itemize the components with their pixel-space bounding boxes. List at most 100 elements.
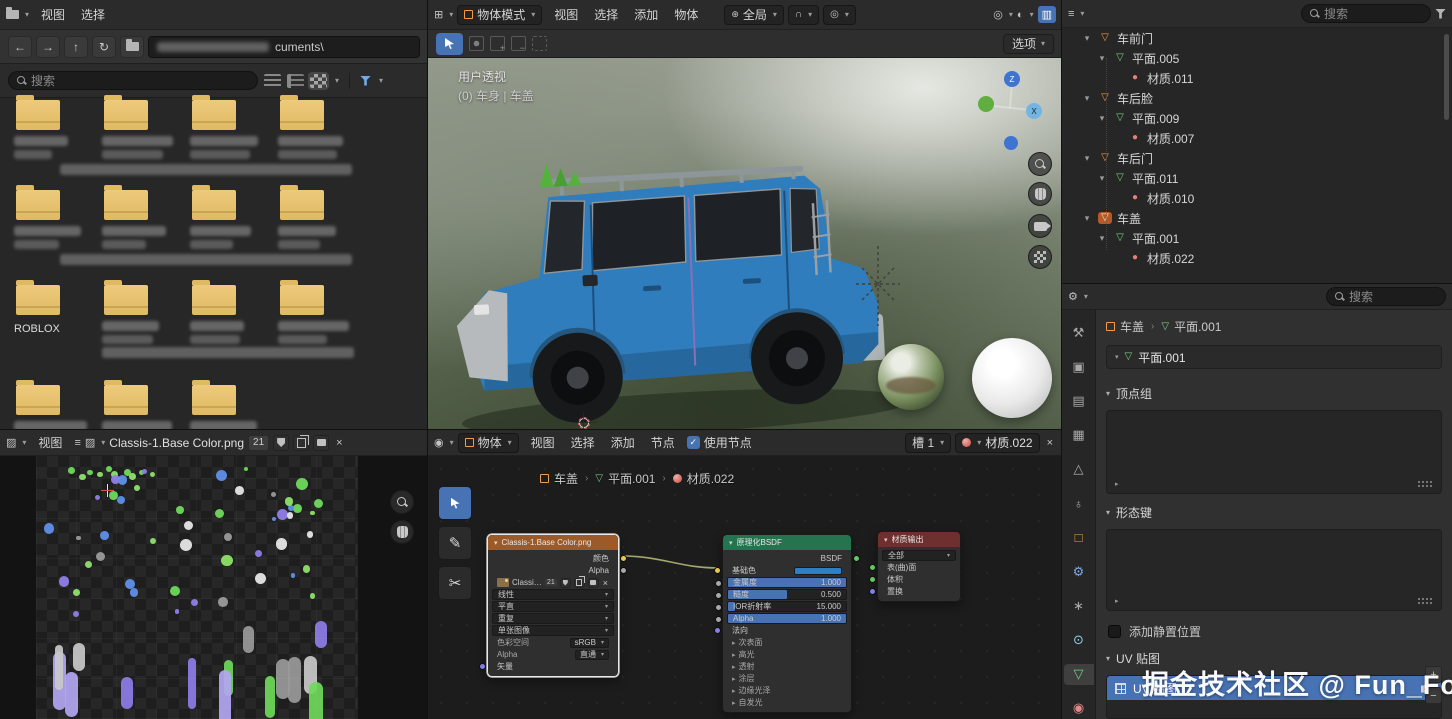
outliner-row[interactable]: ▾▽车后门 [1062,148,1452,168]
select-box-tool-button[interactable] [436,33,463,55]
menu-item[interactable]: 物体 [666,8,706,22]
transform-orientation-dropdown[interactable]: ⊕ 全局 ▾ [724,5,784,25]
node-row-Alpha[interactable]: Alpha直通▾ [492,649,614,660]
expand-chevron-icon[interactable]: ▾ [1081,93,1093,104]
use-nodes-checkbox[interactable]: ✓ [687,436,700,449]
hamburger-icon[interactable]: ≡ [74,437,80,449]
chevron-down-icon[interactable]: ▾ [101,438,105,447]
properties-search-input[interactable]: 搜索 [1326,287,1446,306]
outliner-row[interactable]: ●材质.010 [1062,188,1452,208]
node-row-置换[interactable]: 置换 [882,586,956,597]
display-detail-icon[interactable] [287,74,304,88]
select-mode-extend-icon[interactable] [490,36,505,51]
folder-icon[interactable] [192,190,236,220]
file-item[interactable] [102,100,186,159]
vertex-groups-panel-header[interactable]: ▾ 顶点组 [1096,375,1452,406]
properties-tab-physics[interactable]: ⊙ [1064,630,1094,651]
vertex-groups-list[interactable]: ▸ [1106,410,1442,494]
outliner-row[interactable]: ▾▽平面.011 [1062,168,1452,188]
breadcrumb-item[interactable]: ▽平面.001 [1161,318,1221,335]
node-row-重复[interactable]: 重复▾ [492,613,614,624]
node-header[interactable]: ▾ 原理化BSDF [723,535,851,550]
create-folder-button[interactable] [120,36,144,58]
outliner-row[interactable]: ▾▽车后脸 [1062,88,1452,108]
node-output-bsdf[interactable]: BSDF [727,553,847,564]
file-item[interactable] [102,190,186,249]
folder-icon[interactable] [16,190,60,220]
folder-icon[interactable] [280,190,324,220]
node-output-颜色[interactable]: 颜色 [492,553,614,564]
outliner-item-label[interactable]: 车后门 [1117,150,1153,167]
file-search-input[interactable]: 搜索 [8,71,258,90]
node-row-透射[interactable]: ▸透射 [727,661,847,672]
node-row-矢量[interactable]: 矢量 [492,661,614,672]
viewport-canvas[interactable]: 用户透视 (0) 车身 | 车盖 [428,58,1062,430]
node-row-全部[interactable]: 全部▾ [882,550,956,561]
forward-button[interactable]: → [36,36,60,58]
outliner-item-label[interactable]: 车后脸 [1117,90,1153,107]
file-item[interactable] [278,100,362,159]
file-item[interactable] [14,385,98,430]
node-socket[interactable] [479,663,486,670]
folder-icon[interactable] [192,285,236,315]
outliner-row[interactable]: ●材质.007 [1062,128,1452,148]
image-icon[interactable] [497,578,509,587]
back-button[interactable]: ← [8,36,32,58]
list-filter-expander[interactable]: ▸ [1115,597,1119,605]
overlays-icon[interactable]: ◐ [1017,9,1024,21]
chevron-down-icon[interactable]: ▾ [379,76,383,85]
image-texture-node[interactable]: ▾ Classis-1.Base Color.png 颜色AlphaClassi… [487,534,619,677]
menu-item[interactable]: 添加 [626,8,666,22]
snap-dropdown[interactable]: ∩ ▾ [788,5,819,25]
resize-grip[interactable] [1417,597,1433,604]
node-row-表(曲)面[interactable]: 表(曲)面 [882,562,956,573]
show-gizmo-icon[interactable]: ◎ [993,8,1003,21]
folder-icon[interactable] [16,100,60,130]
node-row-高光[interactable]: ▸高光 [727,649,847,660]
editor-type-3d-viewport-icon[interactable]: ⊞ [434,8,443,21]
node-socket[interactable] [715,604,722,611]
outliner-row[interactable]: ●材质.011 [1062,68,1452,88]
folder-icon[interactable] [16,285,60,315]
file-item[interactable] [278,190,362,249]
image-name[interactable]: Classis-1.Base Color.png [109,436,244,450]
properties-tab-view-layer[interactable]: ▦ [1064,425,1094,446]
outliner-item-label[interactable]: 平面.001 [1132,230,1179,247]
folder-icon[interactable] [16,385,60,415]
file-item[interactable] [278,285,362,344]
file-item[interactable] [190,385,274,430]
xray-toggle-icon[interactable]: ▥ [1038,6,1056,23]
node-row-基础色[interactable]: 基础色 [727,565,847,576]
outliner-item-label[interactable]: 平面.011 [1132,170,1178,187]
node-socket[interactable] [869,576,876,583]
refresh-button[interactable]: ↻ [92,36,116,58]
outliner-row[interactable]: ▾▽平面.001 [1062,228,1452,248]
menu-item[interactable]: 视图 [33,8,73,22]
editor-type-outliner-icon[interactable]: ≡ [1068,8,1074,20]
node-row-糙度[interactable]: 糙度0.500 [727,589,847,600]
menu-item[interactable]: 选择 [586,8,626,22]
outliner-row[interactable]: ▾▽车盖 [1062,208,1452,228]
fake-user-icon[interactable] [560,578,571,588]
grid-toggle-button[interactable] [1028,245,1052,269]
outliner-row[interactable]: ▾▽平面.005 [1062,48,1452,68]
image-datablock-icon[interactable]: ▨ [85,436,95,449]
unlink-icon[interactable]: × [602,578,609,588]
material-datablock-field[interactable]: ▾ 材质.022 [955,433,1039,453]
slot-dropdown[interactable]: 槽 1 ▾ [905,433,951,453]
mesh-datablock-field[interactable]: ▾ ▽ 平面.001 [1106,345,1442,369]
properties-tab-particles[interactable]: ∗ [1064,595,1094,616]
outliner-item-label[interactable]: 材质.007 [1147,130,1194,147]
node-socket[interactable] [715,616,722,623]
node-row-自发光[interactable]: ▸自发光 [727,697,847,708]
file-item[interactable] [102,385,186,430]
image-selector-row[interactable]: Classis-1…21× [492,577,614,588]
folder-icon[interactable] [280,100,324,130]
file-item[interactable] [190,285,274,344]
expand-chevron-icon[interactable]: ▾ [1081,213,1093,224]
options-dropdown[interactable]: 选项 ▾ [1003,34,1054,54]
filter-funnel-icon[interactable] [360,76,371,86]
menu-item[interactable]: 节点 [643,436,683,450]
editor-type-file-browser-icon[interactable] [6,10,19,19]
folder-icon[interactable] [192,385,236,415]
